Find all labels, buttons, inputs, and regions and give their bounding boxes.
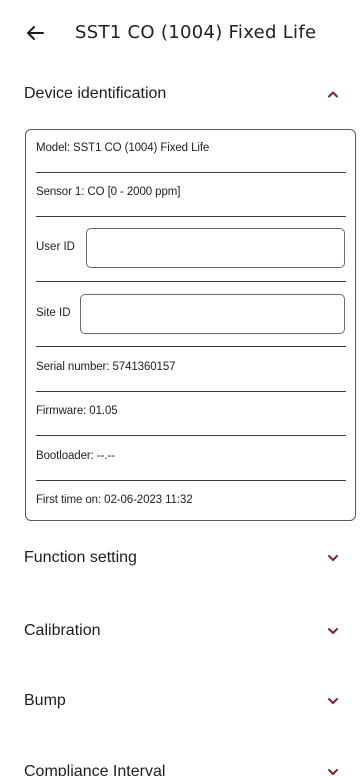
section-compliance-interval-label: Compliance Interval: [24, 763, 166, 776]
site-id-input[interactable]: [80, 294, 345, 334]
chevron-down-icon[interactable]: [326, 765, 340, 776]
device-identification-card: Model: SST1 CO (1004) Fixed Life Sensor …: [25, 129, 356, 521]
section-calibration-label: Calibration: [24, 622, 101, 639]
divider: [36, 346, 346, 347]
firmware-text: Firmware: 01.05: [36, 405, 118, 417]
bootloader-text: Bootloader: --.--: [36, 450, 115, 462]
divider: [36, 480, 346, 481]
divider: [36, 216, 346, 217]
chevron-up-icon[interactable]: [326, 87, 340, 101]
section-calibration-header[interactable]: Calibration: [0, 611, 360, 651]
arrow-left-icon: [27, 26, 44, 40]
chevron-down-icon[interactable]: [326, 624, 340, 638]
sensor-text: Sensor 1: CO [0 - 2000 ppm]: [36, 186, 181, 198]
divider: [36, 281, 346, 282]
section-bump-header[interactable]: Bump: [0, 681, 360, 721]
model-text: Model: SST1 CO (1004) Fixed Life: [36, 142, 210, 154]
section-function-setting-header[interactable]: Function setting: [0, 538, 360, 578]
page-title: SST1 CO (1004) Fixed Life: [75, 22, 317, 43]
app-bar: SST1 CO (1004) Fixed Life: [0, 0, 360, 66]
back-button[interactable]: [22, 20, 48, 46]
user-id-label: User ID: [36, 241, 75, 253]
section-compliance-interval-header[interactable]: Compliance Interval: [0, 752, 360, 776]
serial-number-text: Serial number: 5741360157: [36, 361, 176, 373]
chevron-down-icon[interactable]: [326, 694, 340, 708]
chevron-down-icon[interactable]: [326, 551, 340, 565]
section-bump-label: Bump: [24, 692, 66, 709]
divider: [36, 391, 346, 392]
user-id-input[interactable]: [86, 228, 345, 268]
section-device-identification-label: Device identification: [24, 85, 167, 102]
divider: [36, 435, 346, 436]
section-function-setting-label: Function setting: [24, 549, 137, 566]
site-id-label: Site ID: [36, 307, 71, 319]
divider: [36, 172, 346, 173]
section-device-identification-header[interactable]: Device identification: [0, 74, 360, 114]
first-time-on-text: First time on: 02-06-2023 11:32: [36, 494, 193, 506]
